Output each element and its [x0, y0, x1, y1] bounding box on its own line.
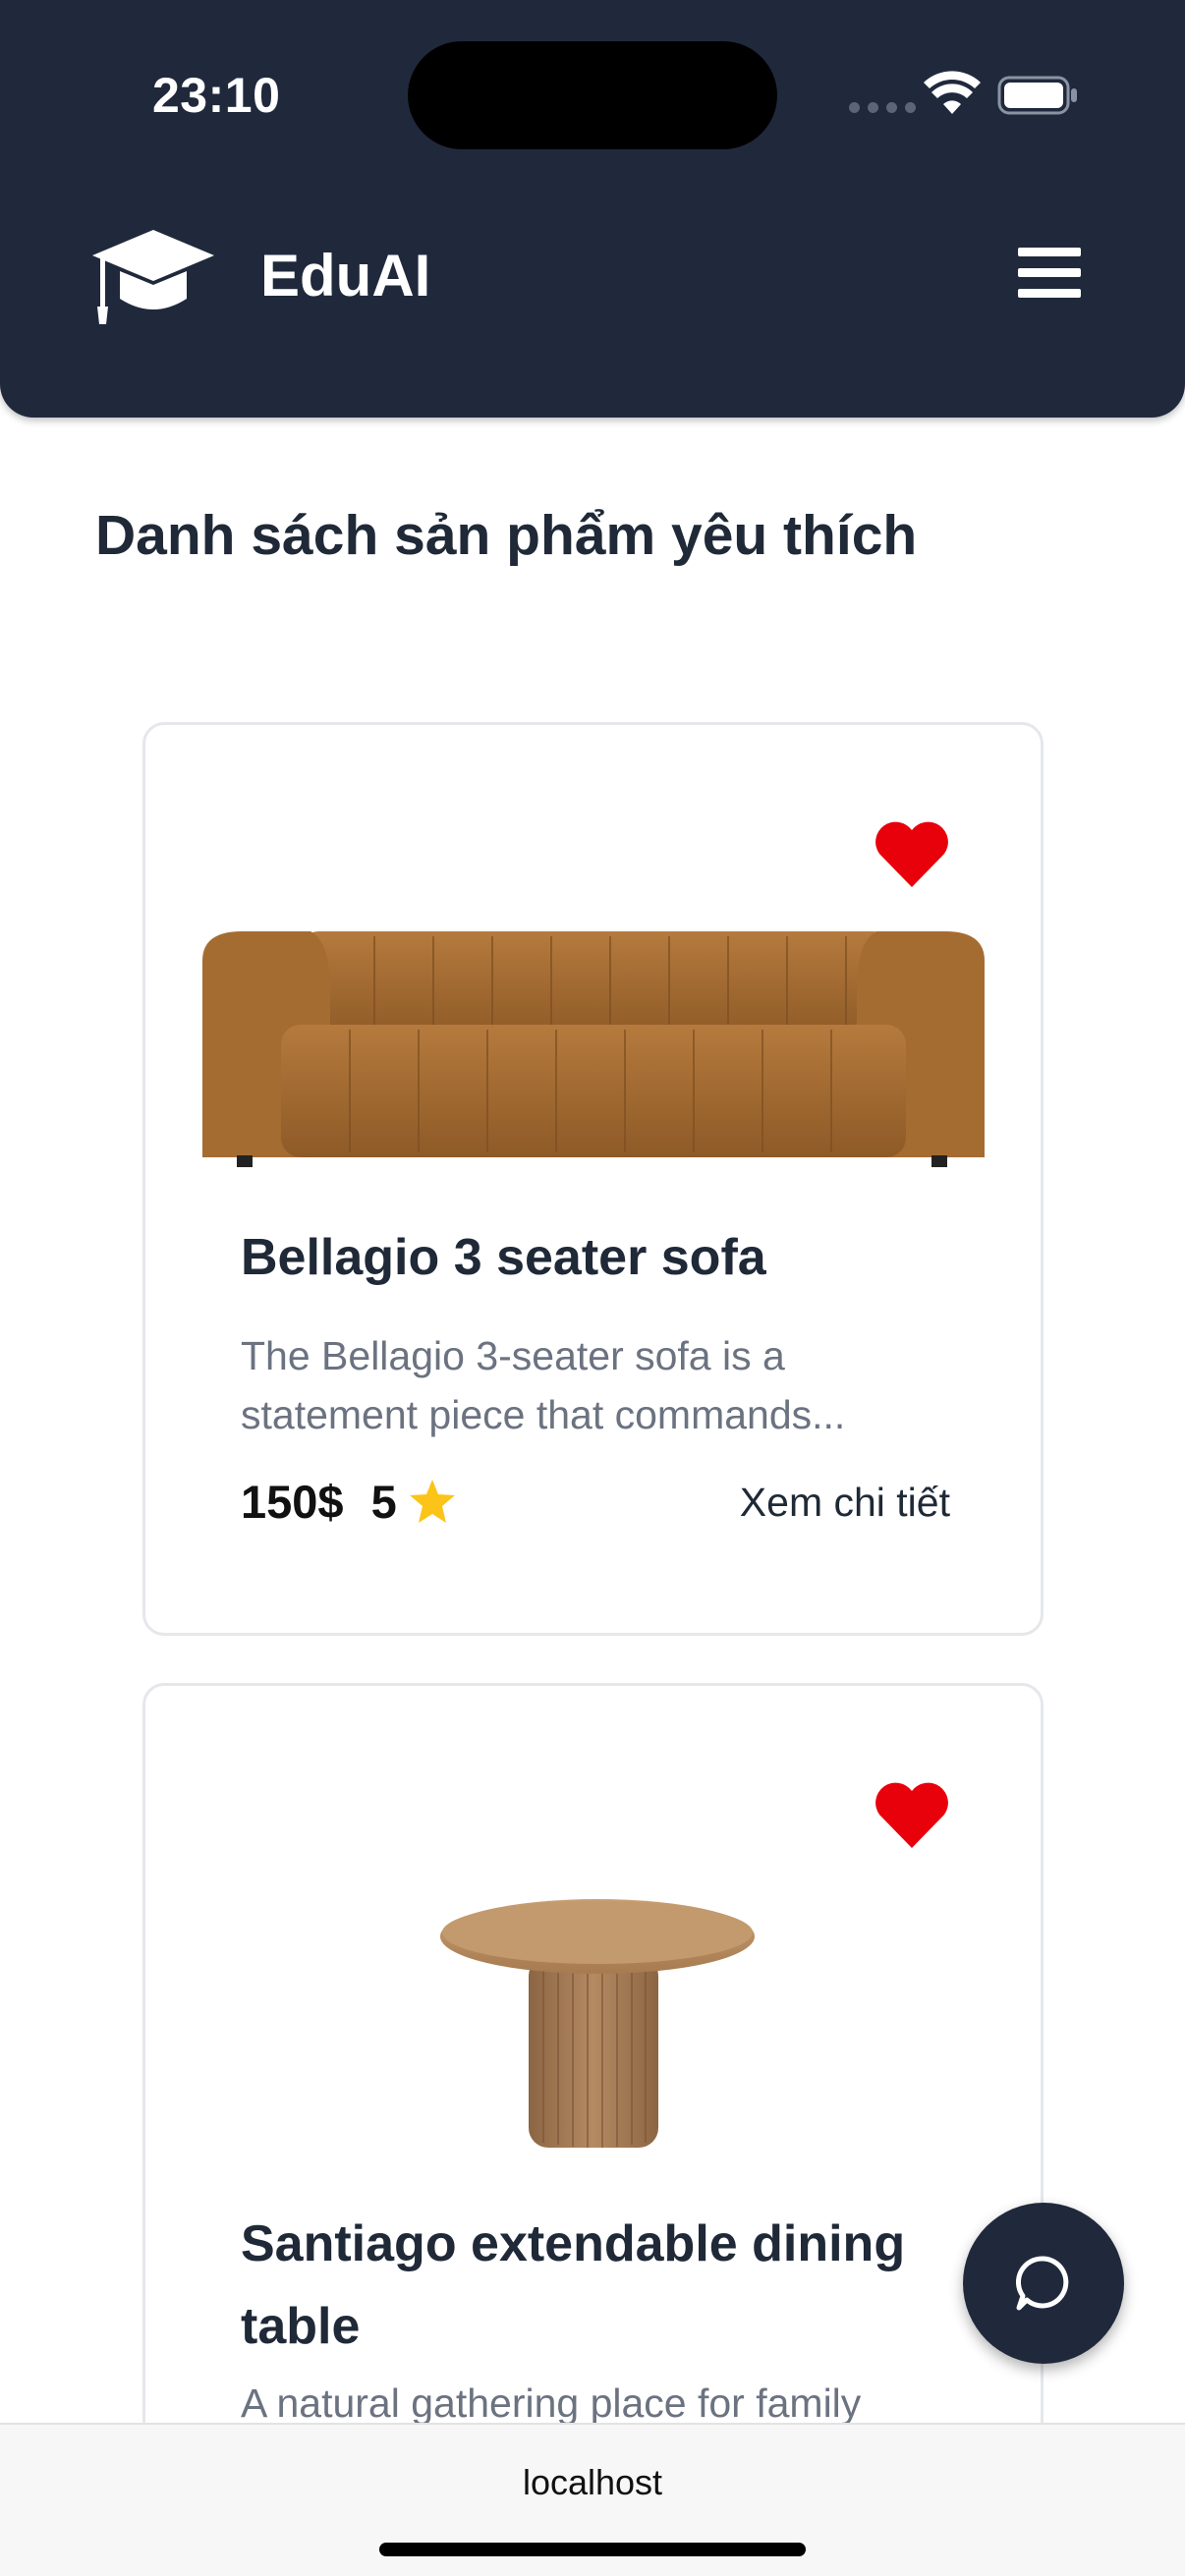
battery-icon — [997, 76, 1077, 115]
brand-name: EduAI — [260, 243, 431, 308]
url-display[interactable]: localhost — [0, 2462, 1185, 2503]
product-price: 150$ — [241, 1475, 344, 1528]
product-image — [440, 1899, 755, 2148]
product-image — [202, 931, 985, 1167]
page-title: Danh sách sản phẩm yêu thích — [95, 504, 918, 567]
dynamic-island — [408, 41, 777, 149]
product-card[interactable]: Bellagio 3 seater sofa The Bellagio 3-se… — [142, 722, 1044, 1636]
favorite-heart-icon[interactable] — [874, 818, 950, 889]
chat-button[interactable] — [963, 2203, 1124, 2364]
view-details-link[interactable]: Xem chi tiết — [740, 1480, 950, 1526]
graduation-cap-icon — [92, 230, 214, 324]
product-name[interactable]: Bellagio 3 seater sofa — [241, 1216, 948, 1299]
product-rating: 5 — [370, 1475, 397, 1528]
chat-bubble-icon — [1015, 2256, 1069, 2311]
browser-bar: localhost — [0, 2423, 1185, 2576]
app-header: 23:10 EduAI — [0, 0, 1185, 418]
cellular-signal-icon — [849, 102, 916, 113]
price-row: 150$ 5 — [241, 1472, 456, 1531]
wifi-icon — [924, 71, 981, 114]
product-name[interactable]: Santiago extendable dining table — [241, 2203, 948, 2368]
home-indicator[interactable] — [379, 2543, 806, 2556]
favorite-heart-icon[interactable] — [874, 1779, 950, 1850]
status-time: 23:10 — [152, 68, 281, 123]
screen: 23:10 EduAI Danh sách sản phẩm yêu thích — [0, 0, 1185, 2576]
product-description: The Bellagio 3-seater sofa is a statemen… — [241, 1333, 846, 1437]
hamburger-menu-icon[interactable] — [1012, 248, 1087, 307]
star-icon — [409, 1480, 455, 1523]
